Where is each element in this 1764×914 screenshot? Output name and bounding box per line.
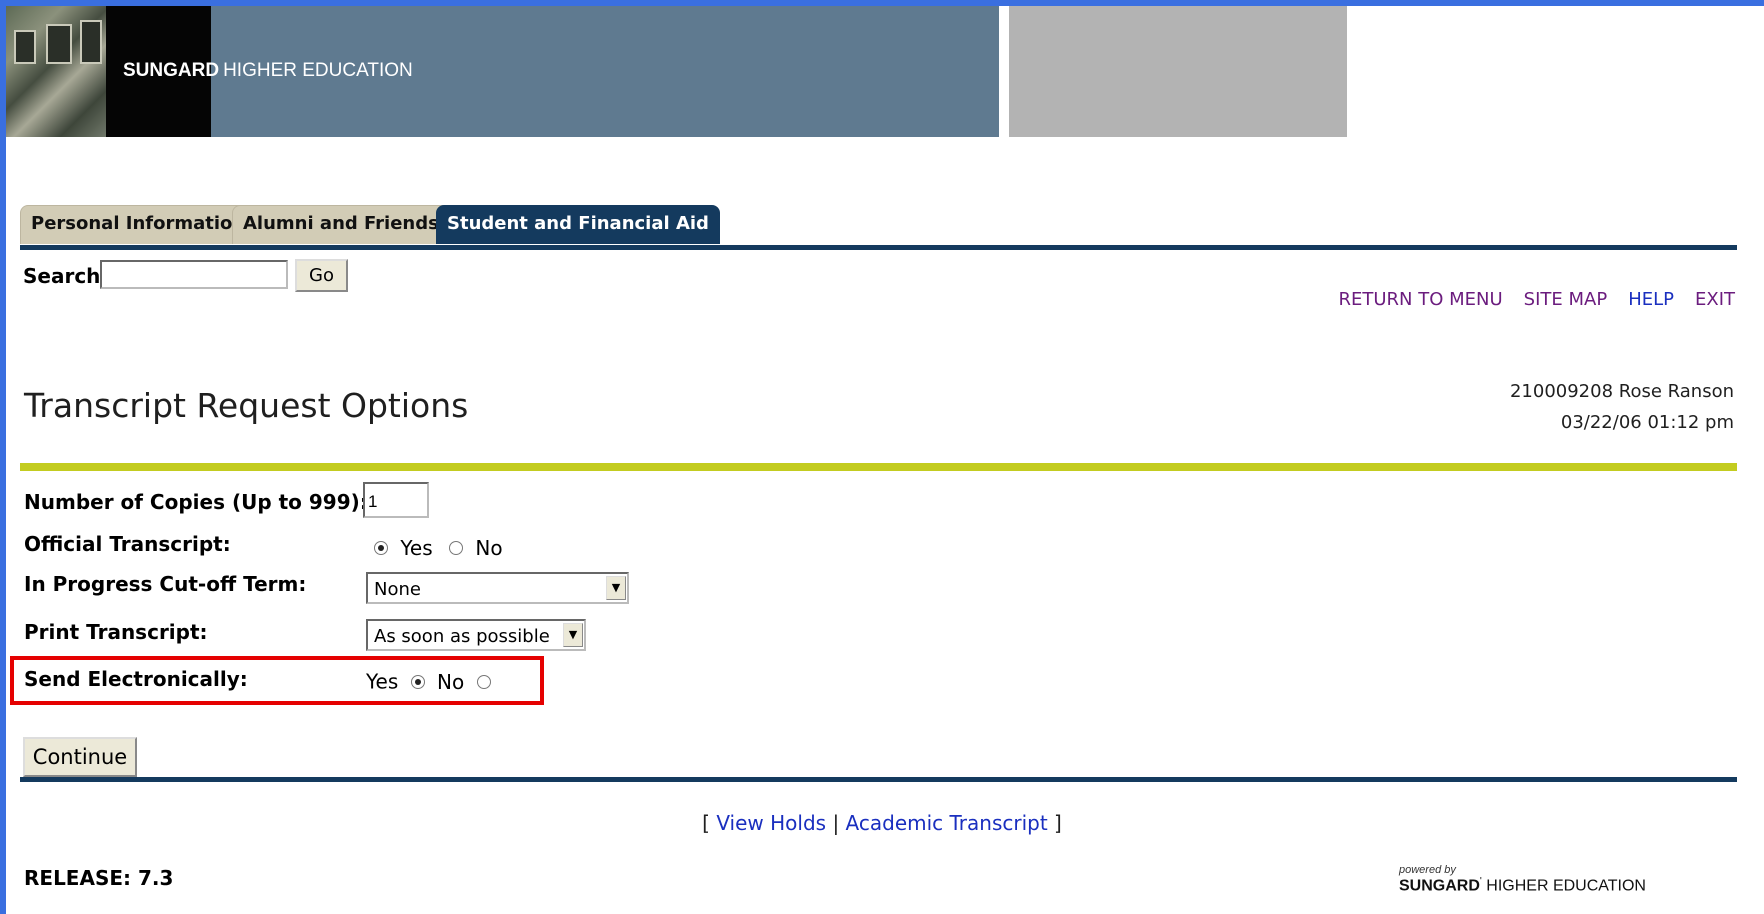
tab-alumni-and-friends[interactable]: Alumni and Friends bbox=[232, 205, 450, 244]
cutoff-term-select[interactable]: None ▼ bbox=[366, 572, 629, 604]
search-input[interactable] bbox=[100, 260, 288, 289]
page-title: Transcript Request Options bbox=[24, 386, 469, 425]
cutoff-term-label: In Progress Cut-off Term: bbox=[24, 572, 307, 596]
powered-brand-reg: ' bbox=[1479, 876, 1482, 887]
exit-link[interactable]: EXIT bbox=[1695, 289, 1735, 310]
sungard-logo: SUNGARD HIGHER EDUCATION bbox=[123, 60, 413, 82]
user-info: 210009208 Rose Ranson 03/22/06 01:12 pm bbox=[1510, 376, 1734, 438]
help-link[interactable]: HELP bbox=[1628, 289, 1674, 310]
release-label: RELEASE: 7.3 bbox=[24, 866, 174, 890]
link-separator: | bbox=[832, 811, 840, 835]
chevron-down-icon: ▼ bbox=[606, 576, 626, 600]
banner-building-photo bbox=[6, 6, 106, 137]
highlight-box bbox=[10, 656, 544, 705]
powered-brand: SUNGARD' HIGHER EDUCATION bbox=[1399, 876, 1646, 895]
footer-links: [ View Holds | Academic Transcript ] bbox=[0, 811, 1764, 835]
go-button[interactable]: Go bbox=[295, 259, 348, 292]
official-yes-label: Yes bbox=[400, 535, 433, 560]
official-no-radio[interactable] bbox=[449, 540, 464, 555]
continue-button[interactable]: Continue bbox=[23, 737, 137, 777]
powered-brand-text: HIGHER EDUCATION bbox=[1486, 877, 1646, 895]
view-holds-link[interactable]: View Holds bbox=[716, 811, 826, 835]
tab-student-and-financial-aid[interactable]: Student and Financial Aid bbox=[436, 205, 720, 244]
window-frame-left bbox=[0, 0, 6, 914]
timestamp: 03/22/06 01:12 pm bbox=[1560, 412, 1734, 433]
official-yes-radio[interactable] bbox=[374, 540, 388, 555]
copies-label: Number of Copies (Up to 999): bbox=[24, 490, 368, 514]
tab-underline bbox=[20, 245, 1737, 250]
bottom-divider bbox=[20, 777, 1737, 782]
official-no-label: No bbox=[475, 535, 503, 560]
banner-gray-block bbox=[1009, 6, 1347, 137]
site-map-link[interactable]: SITE MAP bbox=[1524, 289, 1608, 310]
print-transcript-select[interactable]: As soon as possible ▼ bbox=[366, 619, 586, 651]
academic-transcript-link[interactable]: Academic Transcript bbox=[846, 811, 1048, 835]
section-divider bbox=[20, 463, 1737, 471]
powered-brand-bold: SUNGARD bbox=[1399, 877, 1480, 895]
print-transcript-value: As soon as possible bbox=[374, 626, 550, 647]
print-transcript-label: Print Transcript: bbox=[24, 620, 208, 644]
official-transcript-radios: Yes No bbox=[374, 534, 503, 560]
top-nav-links: RETURN TO MENU SITE MAP HELP EXIT bbox=[1317, 289, 1735, 310]
copies-input[interactable] bbox=[363, 482, 429, 518]
user-id-name: 210009208 Rose Ranson bbox=[1509, 381, 1734, 402]
cutoff-term-value: None bbox=[374, 579, 421, 600]
powered-by-logo: powered by SUNGARD' HIGHER EDUCATION bbox=[1399, 864, 1646, 895]
brand-text: HIGHER EDUCATION bbox=[223, 60, 413, 81]
brand-bold: SUNGARD bbox=[123, 60, 220, 81]
tab-personal-information[interactable]: Personal Information bbox=[20, 205, 257, 244]
powered-by-text: powered by bbox=[1399, 864, 1456, 876]
bracket-close: ] bbox=[1054, 811, 1062, 835]
bracket-open: [ bbox=[702, 811, 710, 835]
chevron-down-icon: ▼ bbox=[563, 623, 583, 647]
search-label: Search bbox=[23, 264, 101, 288]
return-to-menu-link[interactable]: RETURN TO MENU bbox=[1338, 289, 1502, 310]
official-transcript-label: Official Transcript: bbox=[24, 532, 231, 556]
